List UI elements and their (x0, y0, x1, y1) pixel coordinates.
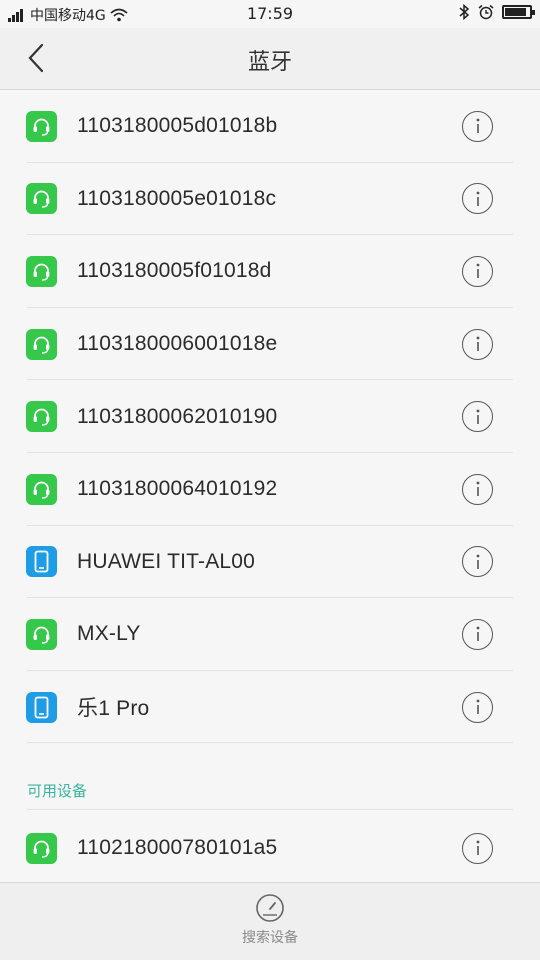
device-row[interactable]: 1103180005d01018b (0, 90, 540, 163)
headset-icon (26, 328, 57, 360)
device-row[interactable]: 1103180005e01018c (0, 163, 540, 236)
device-info-button[interactable] (462, 401, 493, 433)
section-divider (27, 809, 513, 810)
device-info-button[interactable] (462, 832, 493, 864)
device-row[interactable]: MX-LY (0, 598, 540, 671)
bottom-bar: 搜索设备 (0, 882, 540, 960)
info-icon (476, 699, 479, 715)
search-devices-label: 搜索设备 (242, 930, 298, 946)
device-name: 乐1 Pro (77, 697, 150, 721)
device-info-button[interactable] (462, 183, 493, 215)
headset-icon (26, 618, 57, 650)
phone-icon (26, 691, 57, 723)
device-name: MX-LY (77, 622, 141, 646)
info-icon (476, 627, 479, 642)
status-bar: 中国移动4G 17:59 (0, 0, 540, 28)
device-name: HUAWEI TIT-AL00 (77, 549, 256, 573)
headset-icon (26, 473, 57, 505)
phone-icon (26, 546, 57, 578)
battery-icon (502, 5, 535, 19)
bluetooth-icon (459, 4, 470, 20)
speedometer-icon (256, 894, 284, 922)
device-row[interactable]: 1103180005f01018d (0, 235, 540, 308)
info-icon (476, 554, 479, 569)
info-icon (476, 118, 479, 134)
alarm-clock-icon (478, 4, 494, 20)
headset-icon (26, 832, 57, 864)
device-row[interactable]: 110218000780101a5 (0, 812, 540, 885)
device-name: 110218000780101a5 (77, 836, 278, 860)
device-info-button[interactable] (462, 691, 493, 723)
device-name: 11031800064010192 (77, 477, 278, 501)
row-divider (27, 742, 513, 744)
device-info-button[interactable] (462, 328, 493, 360)
device-info-button[interactable] (462, 618, 493, 650)
available-device-list: 110218000780101a5 (0, 812, 540, 885)
device-row[interactable]: 11031800064010192 (0, 453, 540, 526)
available-devices-header: 可用设备 (27, 782, 88, 800)
device-name: 11031800062010190 (77, 404, 278, 428)
headset-icon (26, 183, 57, 215)
info-icon (476, 264, 479, 279)
device-name: 1103180005f01018d (77, 259, 272, 283)
headset-icon (26, 110, 57, 142)
info-icon (476, 191, 479, 206)
device-name: 1103180005e01018c (77, 186, 277, 210)
battery-level (505, 8, 526, 16)
header: 蓝牙 (0, 28, 540, 90)
device-name: 1103180005d01018b (77, 114, 278, 138)
paired-device-list: 1103180005d01018b 1103180005e01018c 110318… (0, 90, 540, 744)
search-devices-button[interactable]: 搜索设备 (220, 893, 320, 957)
page-title: 蓝牙 (247, 50, 292, 75)
info-icon (476, 409, 479, 424)
device-info-button[interactable] (462, 255, 493, 287)
device-info-button[interactable] (462, 110, 493, 142)
headset-icon (26, 255, 57, 287)
device-info-button[interactable] (462, 473, 493, 505)
device-row[interactable]: 1103180006001018e (0, 308, 540, 381)
info-icon (476, 336, 479, 352)
headset-icon (26, 401, 57, 433)
info-icon (476, 481, 479, 497)
device-row[interactable]: HUAWEI TIT-AL00 (0, 526, 540, 599)
status-right (458, 4, 535, 20)
device-info-button[interactable] (462, 546, 493, 578)
device-name: 1103180006001018e (77, 332, 278, 356)
info-icon (476, 840, 479, 856)
device-row[interactable]: 11031800062010190 (0, 380, 540, 453)
device-row[interactable]: 乐1 Pro (0, 671, 540, 744)
